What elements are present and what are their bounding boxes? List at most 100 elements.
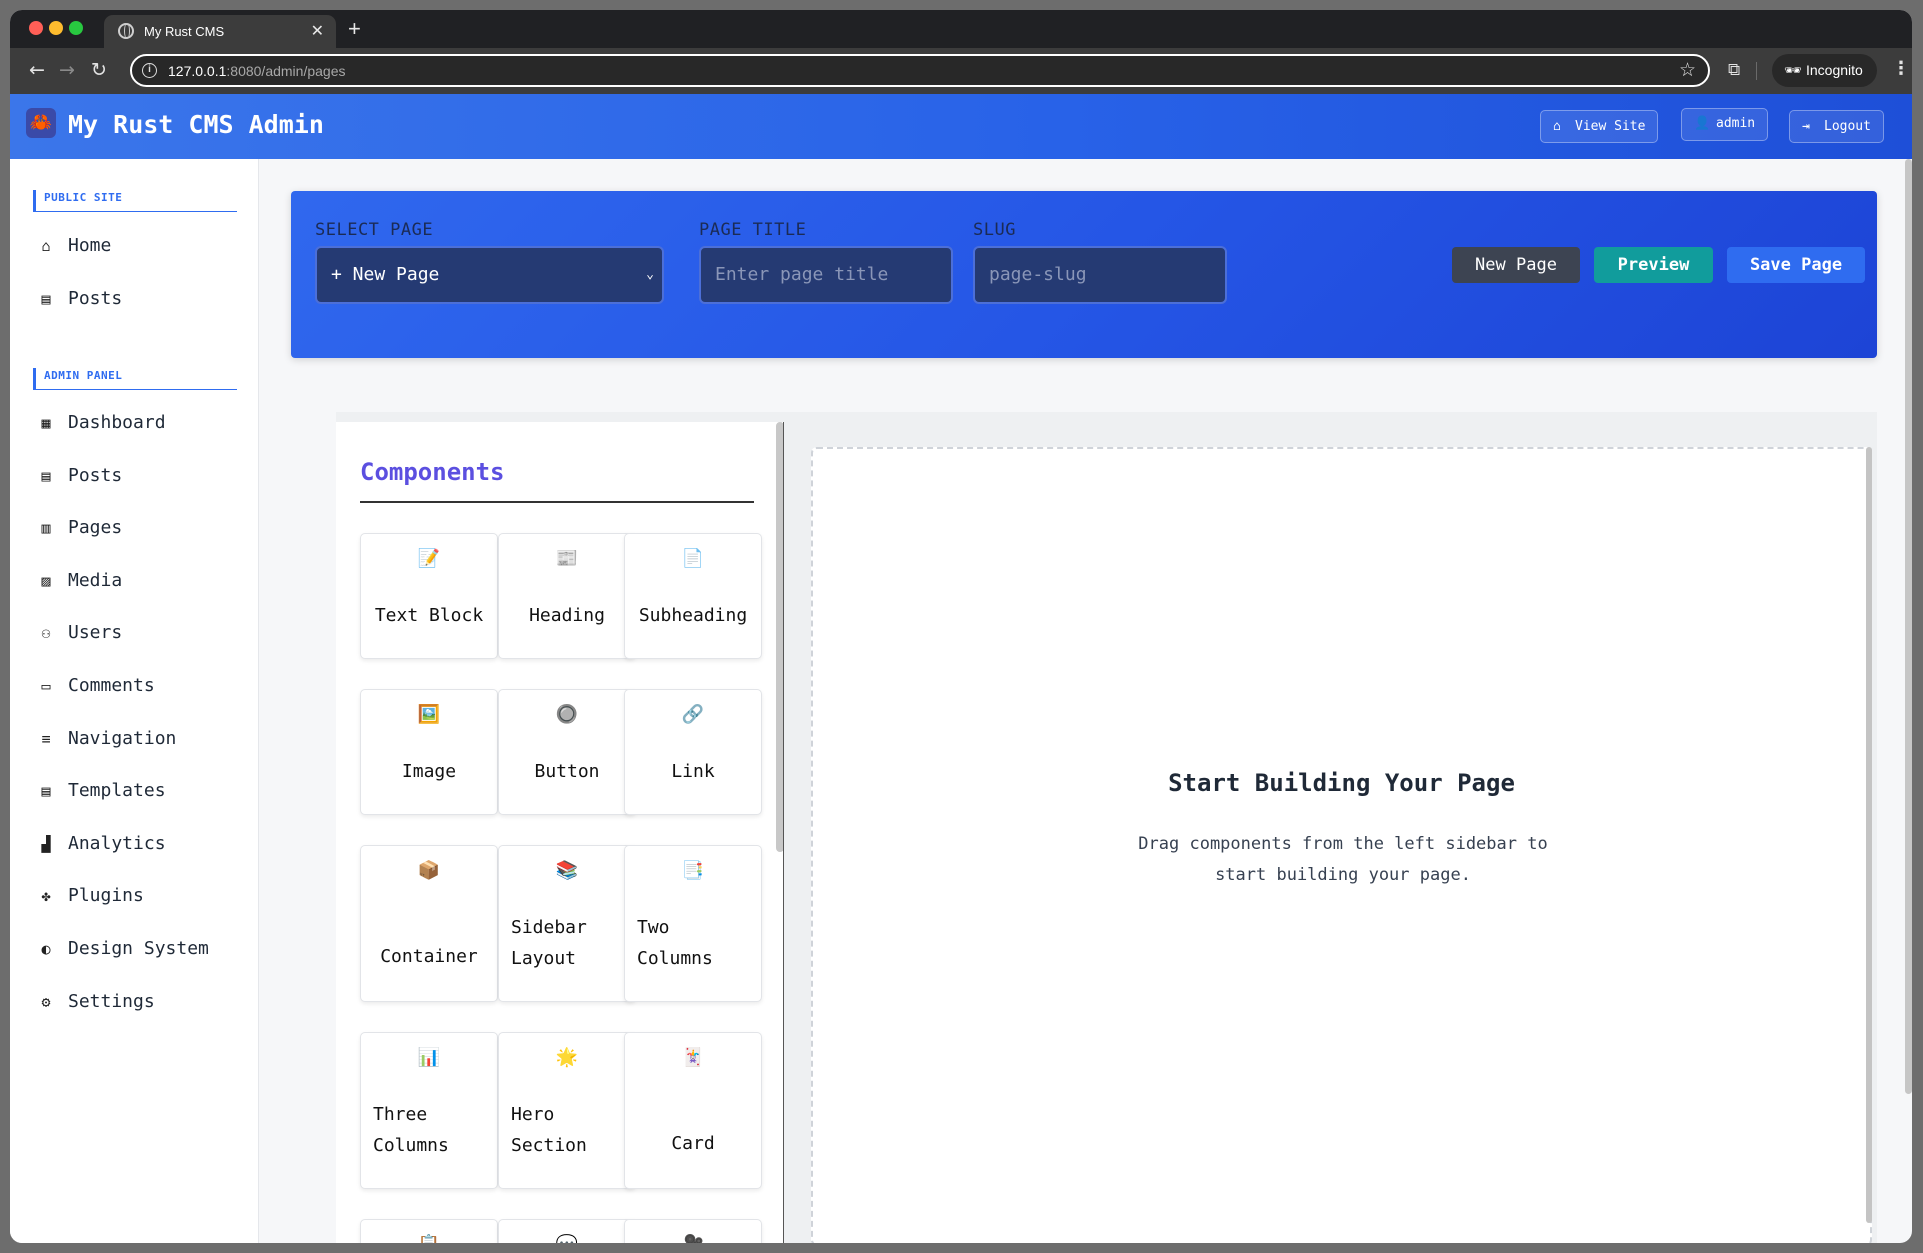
close-window-button[interactable]	[29, 21, 43, 35]
user-menu-button[interactable]: 👤 admin	[1681, 108, 1769, 141]
component-card-more-14[interactable]: 🎥	[624, 1219, 762, 1243]
save-page-button[interactable]: Save Page	[1727, 247, 1865, 283]
component-icon: 🎥	[625, 1234, 761, 1243]
new-page-button[interactable]: New Page	[1452, 247, 1580, 283]
components-heading-divider	[360, 501, 754, 503]
sidebar-item-comments[interactable]: ▭ Comments	[36, 666, 246, 706]
document-icon: ▤	[41, 466, 51, 485]
sidebar-item-label: Dashboard	[68, 412, 166, 433]
component-label: Three Columns	[373, 1104, 449, 1156]
public-site-section-title: PUBLIC SITE	[33, 190, 237, 212]
component-card-card[interactable]: 🃏 Card	[624, 1032, 762, 1189]
incognito-icon: 🕶	[1784, 62, 1802, 78]
sidebar-item-label: Posts	[68, 287, 123, 309]
sidebar-item-label: Templates	[68, 780, 166, 802]
sidebar-item-label: Users	[68, 622, 123, 644]
component-icon: 📊	[417, 1047, 441, 1068]
component-label: Hero Section	[511, 1104, 587, 1156]
sidebar-item-pages[interactable]: ▥ Pages	[36, 508, 246, 548]
component-card-text-block[interactable]: 📝 Text Block	[360, 533, 498, 659]
component-card-image[interactable]: 🖼️ Image	[360, 689, 498, 815]
sidebar-item-label: Settings	[68, 990, 155, 1012]
back-arrow-icon[interactable]: ←	[24, 57, 50, 83]
select-page-value: + New Page	[331, 264, 440, 285]
component-icon: 🔗	[681, 704, 705, 725]
select-page-label: SELECT PAGE	[315, 220, 434, 240]
sidebar-item-label: Home	[68, 235, 112, 256]
minimize-window-button[interactable]	[49, 21, 63, 35]
user-name: admin	[1716, 116, 1756, 131]
select-page-dropdown[interactable]: + New Page ⌄	[315, 246, 664, 304]
forward-arrow-icon[interactable]: →	[54, 57, 80, 83]
component-card-sidebar-layout[interactable]: 📚 Sidebar Layout	[498, 845, 636, 1002]
sidebar-item-media[interactable]: ▨ Media	[36, 561, 246, 601]
sidebar-item-plugins[interactable]: ✤ Plugins	[36, 876, 246, 916]
sidebar-item-label: Plugins	[68, 885, 144, 907]
tab-strip: My Rust CMS ✕ +	[10, 10, 1912, 48]
search-tabs-icon[interactable]: ⧉	[1728, 60, 1740, 80]
page-title-label: PAGE TITLE	[699, 220, 807, 240]
slug-input[interactable]: page-slug	[973, 246, 1227, 304]
sidebar-item-dashboard[interactable]: ▦ Dashboard	[36, 403, 246, 443]
sidebar-item-posts[interactable]: ▤ Posts	[36, 456, 246, 496]
bookmark-star-icon[interactable]: ☆	[1679, 59, 1696, 81]
sidebar-item-label: Media	[68, 569, 123, 591]
page-title-input[interactable]: Enter page title	[699, 246, 953, 304]
page-builder: Components 📝 Text Block 📰 Heading 📄 Subheadin…	[336, 412, 1877, 1243]
new-tab-button[interactable]: +	[348, 16, 361, 42]
reload-icon[interactable]: ↻	[86, 57, 112, 83]
sidebar-item-analytics[interactable]: ▟ Analytics	[36, 824, 246, 864]
components-scrollbar[interactable]	[776, 422, 783, 852]
home-icon: ⌂	[1553, 119, 1561, 134]
component-card-hero-section[interactable]: 🌟 Hero Section	[498, 1032, 636, 1189]
component-card-container[interactable]: 📦 Container	[360, 845, 498, 1002]
page-scrollbar[interactable]	[1905, 159, 1912, 1094]
component-card-two-columns[interactable]: 📑 Two Columns	[624, 845, 762, 1002]
view-site-button[interactable]: ⌂ View Site	[1540, 110, 1659, 143]
component-card-heading[interactable]: 📰 Heading	[498, 533, 636, 659]
logout-button[interactable]: ⇥ Logout	[1789, 110, 1884, 143]
sidebar-item-navigation[interactable]: ≡ Navigation	[36, 719, 246, 759]
sidebar-item-label: Posts	[68, 464, 123, 486]
close-tab-icon[interactable]: ✕	[311, 21, 324, 41]
sidebar-item-design-system[interactable]: ◐ Design System	[36, 929, 246, 969]
sidebar-item-settings[interactable]: ⚙ Settings	[36, 982, 246, 1022]
browser-menu-icon[interactable]: ⋮	[1892, 58, 1910, 79]
sidebar-item-label: Navigation	[68, 727, 177, 749]
page-canvas-dropzone[interactable]: Start Building Your Page Drag components…	[811, 447, 1872, 1243]
sidebar: PUBLIC SITE ⌂ Home ▤ Posts ADMIN PANEL ▦ Das…	[10, 159, 259, 1243]
component-icon: 🌟	[555, 1047, 579, 1068]
component-card-subheading[interactable]: 📄 Subheading	[624, 533, 762, 659]
menu-icon: ≡	[41, 729, 51, 748]
canvas-scrollbar[interactable]	[1866, 447, 1872, 1223]
component-card-link[interactable]: 🔗 Link	[624, 689, 762, 815]
incognito-badge[interactable]: 🕶 Incognito	[1772, 54, 1877, 87]
analytics-icon: ▟	[41, 834, 51, 853]
dashboard-icon: ▦	[41, 414, 51, 432]
slug-label: SLUG	[973, 220, 1016, 240]
component-card-three-columns[interactable]: 📊 Three Columns	[360, 1032, 498, 1189]
sidebar-item-home[interactable]: ⌂ Home	[36, 226, 246, 266]
component-icon: 📑	[681, 860, 705, 881]
component-card-more-12[interactable]: 📋	[360, 1219, 498, 1243]
maximize-window-button[interactable]	[69, 21, 83, 35]
sidebar-item-templates[interactable]: ▤ Templates	[36, 771, 246, 811]
component-icon: 📄	[681, 548, 705, 569]
component-icon: 📰	[555, 548, 579, 569]
component-card-more-13[interactable]: 💬	[498, 1219, 636, 1243]
preview-button[interactable]: Preview	[1594, 247, 1713, 283]
app-title: My Rust CMS Admin	[68, 110, 324, 139]
page-controls-panel: SELECT PAGE + New Page ⌄ PAGE TITLE Ente…	[291, 191, 1877, 358]
user-icon: 👤	[1694, 116, 1711, 131]
component-label: Sidebar Layout	[511, 917, 587, 969]
component-card-button[interactable]: 🔘 Button	[498, 689, 636, 815]
chevron-down-icon: ⌄	[646, 267, 654, 282]
sidebar-item-users[interactable]: ⚇ Users	[36, 613, 246, 653]
sidebar-item-posts[interactable]: ▤ Posts	[36, 279, 246, 319]
address-bar[interactable]: i 127.0.0.1:8080/admin/pages ☆	[130, 54, 1710, 87]
empty-canvas-text: Drag components from the left sidebar to…	[1138, 834, 1548, 885]
browser-tab[interactable]: My Rust CMS ✕	[104, 15, 336, 48]
component-icon: 🃏	[681, 1047, 705, 1068]
admin-panel-section-title: ADMIN PANEL	[33, 368, 237, 390]
site-info-icon[interactable]: i	[142, 63, 157, 78]
